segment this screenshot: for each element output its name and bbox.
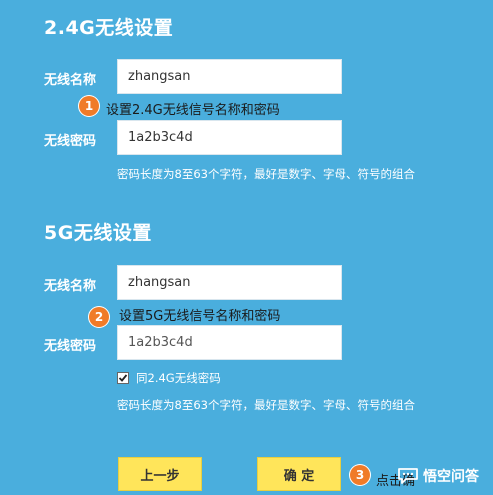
checkmark-icon [118,374,128,382]
chat-bubble-icon [398,468,418,484]
section-24g-title: 2.4G无线设置 [44,17,174,39]
confirm-button[interactable]: 确 定 [257,457,341,491]
section-5g-title: 5G无线设置 [44,222,152,244]
password-24g-label: 无线密码 [44,134,97,149]
password-24g-hint: 密码长度为8至63个字符，最好是数字、字母、符号的组合 [117,167,415,181]
watermark: 悟空问答 [397,466,479,486]
watermark-text: 悟空问答 [423,469,479,485]
annotation-text-2: 设置5G无线信号名称和密码 [119,309,281,324]
ssid-24g-input[interactable]: zhangsan [117,59,342,94]
annotation-badge-3: 3 [350,465,370,485]
password-24g-input[interactable]: 1a2b3c4d [117,120,342,155]
annotation-text-1: 设置2.4G无线信号名称和密码 [106,103,280,118]
password-5g-label: 无线密码 [44,339,97,354]
ssid-24g-label: 无线名称 [44,73,97,88]
password-5g-hint: 密码长度为8至63个字符，最好是数字、字母、符号的组合 [117,398,415,412]
annotation-badge-2: 2 [89,307,109,327]
same-password-option[interactable]: 同2.4G无线密码 [117,370,221,386]
same-password-checkbox[interactable] [117,372,129,384]
same-password-label: 同2.4G无线密码 [136,371,221,385]
previous-step-button[interactable]: 上一步 [118,457,202,491]
ssid-5g-label: 无线名称 [44,279,97,294]
annotation-badge-1: 1 [79,96,99,116]
ssid-5g-input[interactable]: zhangsan [117,265,342,300]
password-5g-input[interactable]: 1a2b3c4d [117,325,342,360]
